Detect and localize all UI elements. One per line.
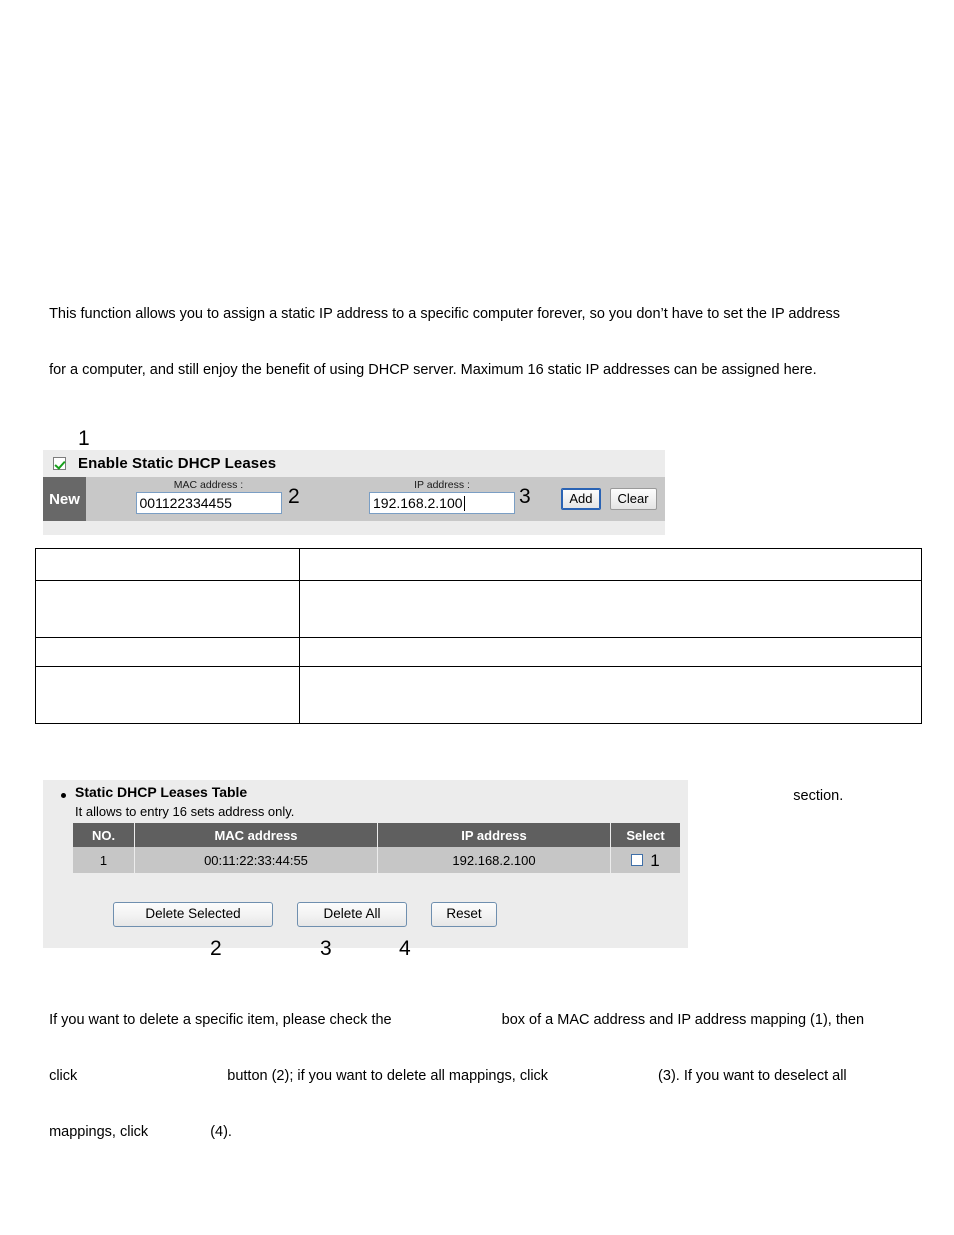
select-wrapper: 1 [611, 852, 680, 869]
leases-table-title: Static DHCP Leases Table [75, 784, 248, 800]
reset-button[interactable]: Reset [431, 902, 497, 927]
static-dhcp-leases-form-panel: Enable Static DHCP Leases New MAC addres… [43, 450, 665, 535]
callout-number-delete-selected: 2 [210, 937, 222, 960]
end-part-2: box of a MAC address and IP address mapp… [501, 1012, 865, 1028]
table-cell-left [35, 548, 300, 581]
clear-button[interactable]: Clear [609, 488, 657, 510]
leases-table: NO. MAC address IP address Select 1 00:1… [73, 823, 680, 873]
end-part-6: mappings, click [49, 1124, 149, 1140]
callout-number-delete-all: 3 [320, 937, 332, 960]
table-cell-right [299, 666, 922, 724]
row-select-checkbox[interactable] [631, 854, 644, 866]
end-part-5: (3). If you want to deselect all [658, 1068, 847, 1084]
callout-number-3: 3 [519, 485, 531, 508]
cell-ip: 192.168.2.100 [377, 847, 611, 873]
bullet-icon [61, 793, 66, 798]
column-header-ip: IP address [377, 823, 611, 847]
table-cell-left [35, 580, 300, 638]
table-cell-right [299, 548, 922, 581]
callout-number-reset: 4 [399, 937, 411, 960]
enable-static-dhcp-label: Enable Static DHCP Leases [78, 455, 277, 472]
table-cell-left [35, 666, 300, 724]
intro-line-1: This function allows you to assign a sta… [49, 306, 841, 322]
ip-address-label: IP address : [414, 479, 470, 491]
column-header-select: Select [610, 823, 680, 847]
cell-no: 1 [73, 847, 135, 873]
end-part-1: If you want to delete a specific item, p… [49, 1012, 392, 1028]
table-cell-left [35, 637, 300, 667]
mac-address-label: MAC address : [173, 479, 244, 491]
callout-number-2: 2 [288, 485, 300, 508]
intro-paragraph: This function allows you to assign a sta… [41, 272, 901, 384]
middle-part-3: section. [793, 788, 844, 804]
callout-number-row-1: 1 [650, 850, 660, 870]
table-row [35, 580, 922, 638]
new-row-label: New [43, 477, 86, 521]
end-part-3: click [49, 1068, 78, 1084]
column-header-mac: MAC address [134, 823, 378, 847]
table-cell-right [299, 580, 922, 638]
form-buttons-cell: Add Clear [553, 477, 665, 521]
mac-address-input[interactable]: 001122334455 [135, 492, 282, 514]
delete-all-button[interactable]: Delete All [297, 902, 407, 927]
table-row [35, 637, 922, 667]
end-part-7: (4). [210, 1124, 232, 1140]
cell-mac: 00:11:22:33:44:55 [134, 847, 378, 873]
enable-static-dhcp-checkbox[interactable] [53, 457, 66, 470]
end-part-4: button (2); if you want to delete all ma… [227, 1068, 549, 1084]
static-dhcp-leases-table-panel: Static DHCP Leases Table It allows to en… [43, 780, 688, 948]
leases-table-row: 1 00:11:22:33:44:55 192.168.2.100 1 [73, 847, 680, 873]
text-caret [463, 495, 465, 511]
add-button[interactable]: Add [561, 488, 601, 510]
leases-table-button-row: Delete Selected Delete All Reset [113, 902, 497, 927]
ip-address-input[interactable]: 192.168.2.100 [369, 492, 515, 514]
intro-line-2: for a computer, and still enjoy the bene… [49, 362, 817, 378]
ip-address-input-value: 192.168.2.100 [373, 495, 463, 511]
callout-number-1: 1 [78, 427, 90, 450]
cell-select: 1 [610, 847, 680, 873]
leases-table-subtitle: It allows to entry 16 sets address only. [75, 804, 295, 819]
end-paragraph: If you want to delete a specific item, p… [41, 978, 901, 1146]
table-row [35, 548, 922, 581]
new-lease-row: New MAC address : 001122334455 IP addres… [43, 477, 665, 521]
leases-table-header-row: NO. MAC address IP address Select [73, 823, 680, 847]
table-row [35, 666, 922, 724]
column-header-no: NO. [73, 823, 135, 847]
enable-static-dhcp-row: Enable Static DHCP Leases [43, 450, 665, 477]
delete-selected-button[interactable]: Delete Selected [113, 902, 273, 927]
table-cell-right [299, 637, 922, 667]
description-table [35, 548, 922, 724]
